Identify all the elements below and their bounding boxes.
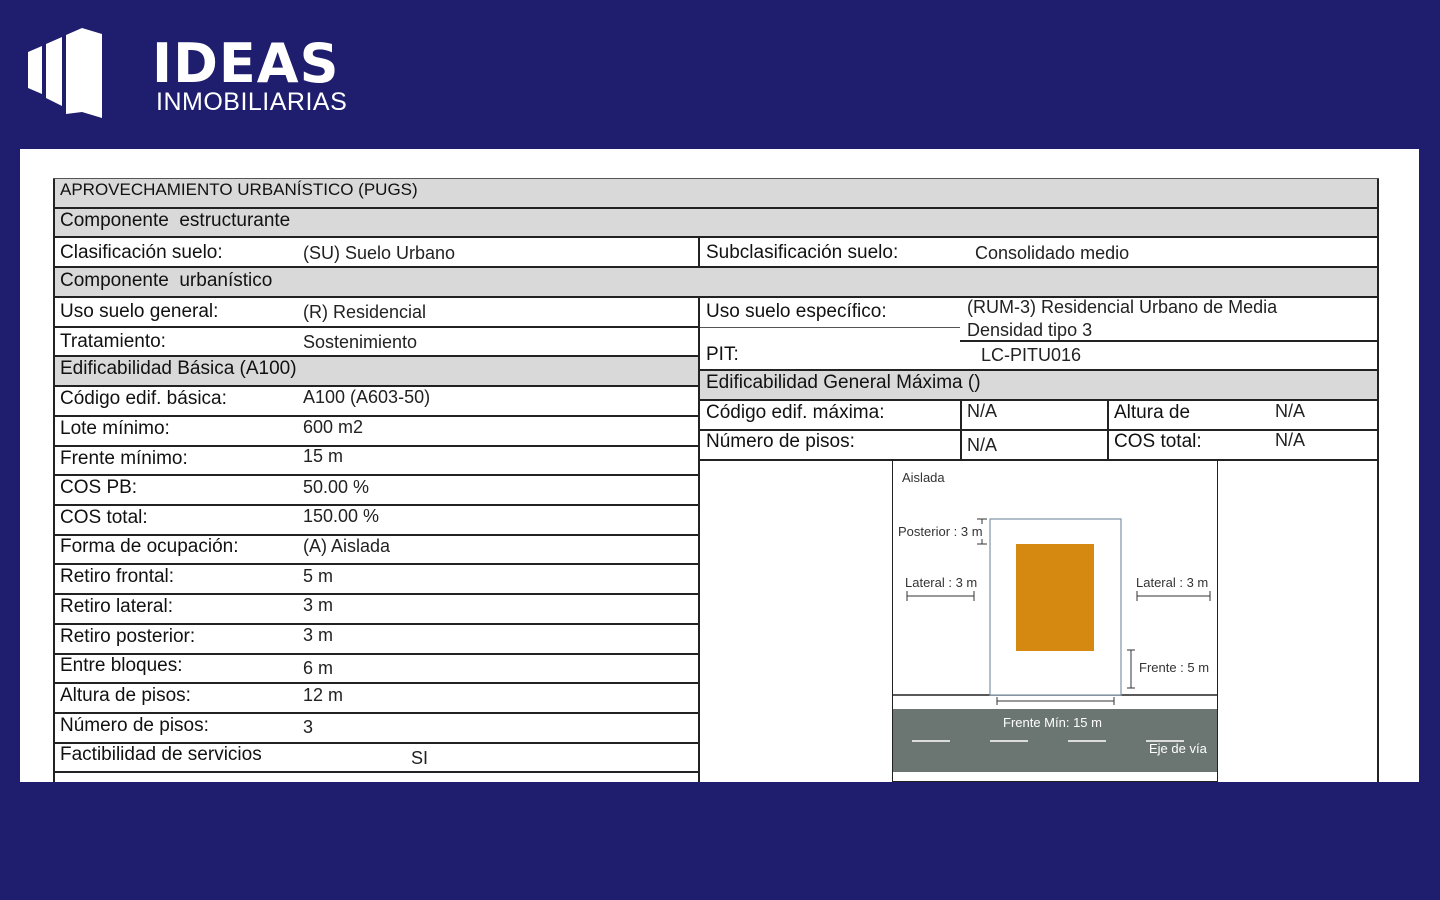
row-8-value: 3 m [303, 625, 334, 645]
building-footprint [1016, 544, 1094, 651]
pit-value: LC-PITU016 [981, 345, 1082, 365]
frente-min-label: Frente Mín: 15 m [1003, 715, 1102, 730]
row-9-value: 6 m [303, 658, 334, 678]
row-12-label: Factibilidad de servicios [60, 744, 262, 765]
brand-tagline: INMOBILIARIAS [156, 88, 348, 116]
row-4-value: 150.00 % [303, 506, 380, 526]
clasificacion-label: Clasificación suelo: [60, 242, 223, 263]
pit-label: PIT: [706, 344, 739, 365]
section-basica: Edificabilidad Básica (A100) [60, 358, 297, 379]
uso-general-label: Uso suelo general: [60, 301, 219, 322]
posterior-label: Posterior : 3 m [898, 524, 983, 539]
altura-de-label: Altura de [1114, 402, 1191, 423]
uso-especifico-label: Uso suelo específico: [706, 301, 887, 322]
document-panel: APROVECHAMIENTO URBANÍSTICO (PUGS) Compo… [20, 149, 1419, 782]
row-7-label: Retiro lateral: [60, 596, 173, 617]
row-4-label: COS total: [60, 507, 148, 528]
uso-especifico-value-1: (RUM-3) Residencial Urbano de Media [967, 297, 1278, 317]
row-12-value: SI [411, 748, 429, 768]
tratamiento-value: Sostenimiento [303, 332, 418, 352]
row-2-label: Frente mínimo: [60, 448, 188, 469]
row-1-label: Lote mínimo: [60, 418, 170, 439]
document-title: APROVECHAMIENTO URBANÍSTICO (PUGS) [60, 180, 418, 199]
row-6-label: Retiro frontal: [60, 566, 175, 587]
subclasificacion-label: Subclasificación suelo: [706, 242, 899, 263]
row-0-value: A100 (A603-50) [303, 387, 431, 407]
row-11-label: Número de pisos: [60, 715, 209, 736]
row-9-label: Entre bloques: [60, 655, 183, 676]
codigo-max-value: N/A [967, 401, 998, 421]
row-7-value: 3 m [303, 595, 334, 615]
num-pisos-max-label: Número de pisos: [706, 431, 855, 452]
lateral-right-label: Lateral : 3 m [1136, 575, 1209, 590]
row-8-label: Retiro posterior: [60, 626, 196, 647]
row-5-label: Forma de ocupación: [60, 536, 239, 557]
uso-general-value: (R) Residencial [303, 302, 427, 322]
row-5-value: (A) Aislada [303, 536, 391, 556]
cos-total-max-value: N/A [1275, 430, 1306, 450]
codigo-max-label: Código edif. máxima: [706, 402, 885, 423]
section-estructurante: Componente estructurante [60, 210, 291, 231]
row-10-value: 12 m [303, 685, 344, 705]
eje-label: Eje de vía [1149, 741, 1207, 756]
clasificacion-value: (SU) Suelo Urbano [303, 243, 456, 263]
row-2-value: 15 m [303, 446, 344, 466]
frente-label: Frente : 5 m [1139, 660, 1210, 675]
uso-especifico-value-2: Densidad tipo 3 [967, 320, 1093, 340]
row-3-value: 50.00 % [303, 477, 370, 497]
row-0-label: Código edif. básica: [60, 388, 227, 409]
row-1-value: 600 m2 [303, 417, 364, 437]
brand-logo: IDEAS INMOBILIARIAS [28, 28, 348, 118]
diagram-title: Aislada [902, 470, 945, 485]
tratamiento-label: Tratamiento: [60, 331, 166, 352]
subclasificacion-value: Consolidado medio [975, 243, 1130, 263]
building-logo-icon [28, 28, 102, 118]
lateral-left-label: Lateral : 3 m [905, 575, 978, 590]
row-6-value: 5 m [303, 566, 334, 586]
section-urbanistico: Componente urbanístico [60, 270, 273, 291]
cos-total-max-label: COS total: [1114, 431, 1202, 452]
num-pisos-max-value: N/A [967, 435, 998, 455]
setback-diagram: Aislada Posterior : 3 m Lateral : 3 m La… [892, 460, 1218, 782]
row-10-label: Altura de pisos: [60, 685, 191, 706]
altura-de-value: N/A [1275, 401, 1306, 421]
row-11-value: 3 [303, 717, 314, 737]
row-3-label: COS PB: [60, 477, 138, 498]
section-maxima: Edificabilidad General Máxima () [706, 372, 981, 393]
brand-name: IDEAS [152, 32, 340, 95]
